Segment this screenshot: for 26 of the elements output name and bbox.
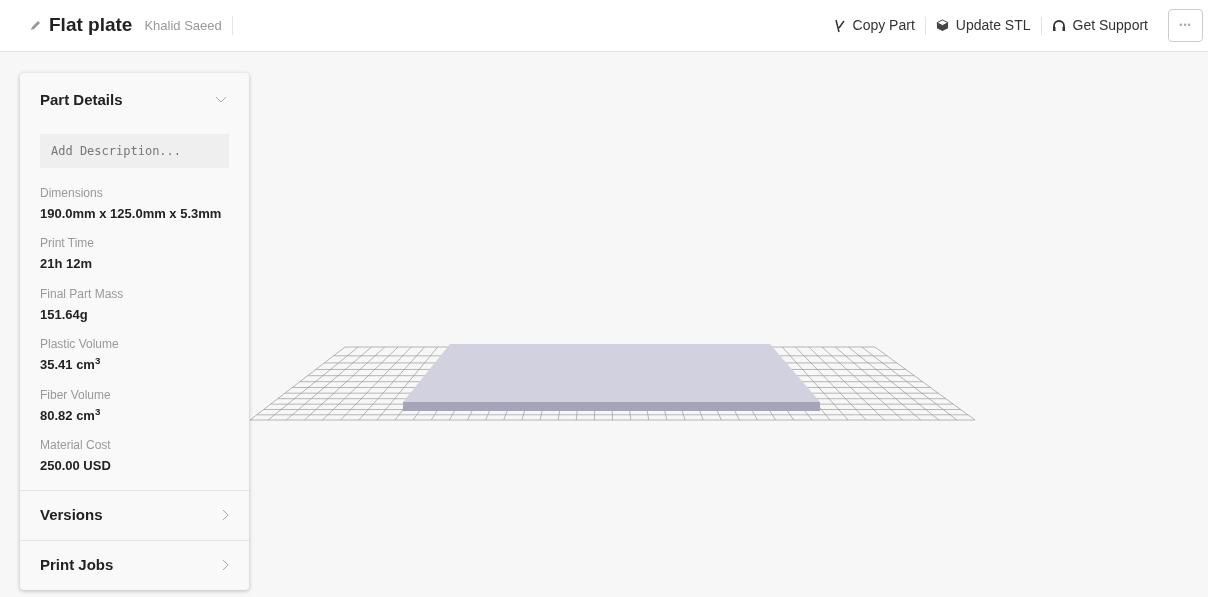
owner-name: Khalid Saeed	[144, 15, 233, 36]
stat-label: Material Cost	[40, 437, 112, 454]
toolbar-button[interactable]: Get Support	[1051, 15, 1148, 36]
stat-label: Fiber Volume	[40, 386, 112, 404]
cube-icon	[935, 19, 949, 32]
stat-label: Dimensions	[40, 184, 104, 202]
pencil-icon[interactable]	[30, 20, 41, 31]
toolbar-button[interactable]: Update STL	[935, 15, 1031, 36]
chevron-icon[interactable]	[215, 96, 227, 105]
part-title: Flat plate	[49, 13, 133, 38]
toolbar-button[interactable]: Copy Part	[833, 15, 915, 36]
stat-label: Final Part Mass	[40, 285, 125, 303]
stat-label: Print Time	[40, 235, 95, 252]
section-row[interactable]: Print Jobs	[20, 539, 249, 590]
stat-value: 80.82 cm$^{3}$	[40, 405, 102, 425]
stat-value: 190.0mm x 125.0mm x 5.3mm	[40, 204, 223, 223]
stat-value: 21h 12m	[40, 255, 94, 273]
headphones-icon	[1051, 19, 1066, 32]
stat-value: 250.00 USD	[40, 457, 112, 475]
description-field[interactable]: Add Description...	[40, 133, 229, 168]
stat-value: 151.64g	[40, 305, 89, 324]
panel-title[interactable]: Part Details	[40, 89, 123, 112]
fork-icon	[833, 18, 846, 33]
stat-value: 35.41 cm$^{3}$	[40, 355, 102, 374]
section-row[interactable]: Versions	[20, 489, 249, 540]
stat-label: Plastic Volume	[40, 336, 120, 353]
